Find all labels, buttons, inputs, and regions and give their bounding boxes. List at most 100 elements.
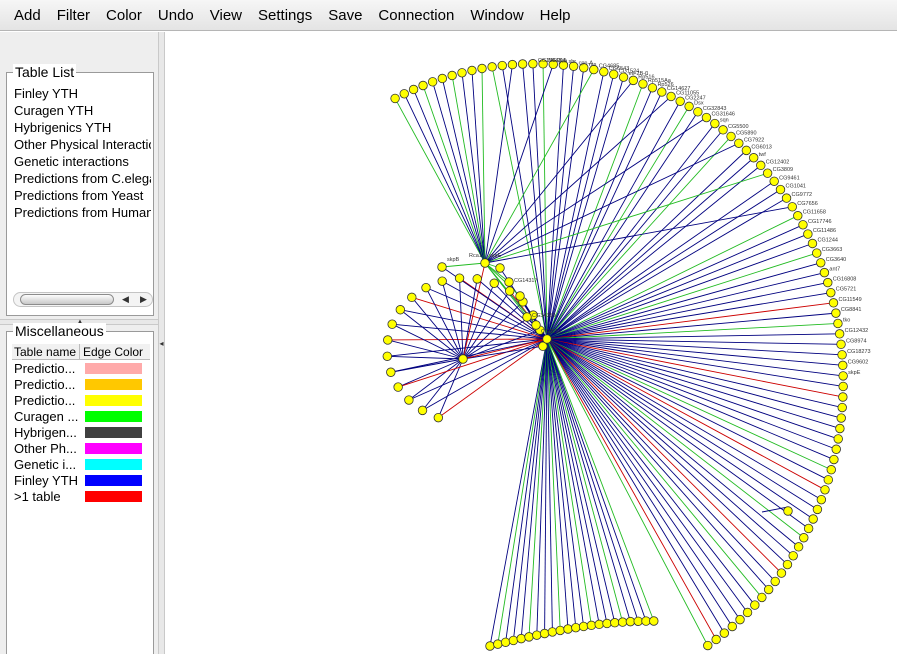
graph-node[interactable] [837,350,847,360]
graph-node[interactable] [493,639,503,649]
graph-node[interactable] [497,60,507,71]
graph-node[interactable] [819,267,830,278]
graph-node[interactable] [836,413,846,423]
graph-node[interactable] [812,248,822,258]
graph-node[interactable] [756,160,766,171]
edge-color-swatch[interactable] [85,410,142,422]
graph-node[interactable] [828,298,839,308]
menu-window[interactable]: Window [462,0,531,31]
graph-node[interactable] [647,83,658,93]
menu-view[interactable]: View [202,0,250,31]
graph-node[interactable] [838,381,848,392]
graph-node[interactable] [495,263,505,273]
graph-node[interactable] [641,616,651,626]
graph-node[interactable] [826,465,836,475]
graph-node[interactable] [458,354,468,364]
graph-node[interactable] [834,329,845,339]
menu-help[interactable]: Help [532,0,579,31]
table-list-item[interactable]: Finley YTH [14,85,151,102]
graph-node[interactable] [505,286,515,296]
graph-node[interactable] [783,506,793,516]
graph-node[interactable] [788,551,798,561]
graph-node[interactable] [602,618,612,629]
graph-node[interactable] [517,59,528,69]
graph-node[interactable] [838,360,848,371]
graph-node[interactable] [837,402,847,413]
graph-node[interactable] [799,533,809,543]
graph-node[interactable] [793,211,803,221]
graph-node[interactable] [781,193,792,203]
graph-node[interactable] [769,176,779,186]
graph-node[interactable] [757,592,767,603]
graph-node[interactable] [666,91,676,102]
edge-color-swatch[interactable] [85,394,142,406]
graph-node[interactable] [750,600,760,610]
graph-node[interactable] [399,89,409,99]
graph-node[interactable] [421,282,431,293]
graph-node[interactable] [418,80,428,91]
graph-node[interactable] [504,277,514,287]
column-header-edge-color[interactable]: Edge Color [80,344,150,359]
table-list-item[interactable]: Predictions from Yeast [14,187,151,204]
edge-color-swatch[interactable] [85,442,142,454]
graph-node[interactable] [711,634,721,645]
graph-node[interactable] [516,633,526,644]
graph-node[interactable] [836,339,846,350]
graph-node[interactable] [404,395,414,405]
graph-node[interactable] [798,220,808,230]
graph-node[interactable] [803,229,813,239]
graph-node[interactable] [807,238,818,249]
menu-connection[interactable]: Connection [370,0,462,31]
graph-node[interactable] [833,434,843,444]
table-row[interactable]: Genetic i... [12,456,150,472]
graph-node[interactable] [710,118,720,129]
edge-color-swatch[interactable] [85,490,142,502]
table-row[interactable]: Predictio... [12,376,150,392]
graph-node[interactable] [433,412,444,423]
graph-node[interactable] [539,628,550,639]
graph-node[interactable] [393,382,403,392]
edge-color-swatch[interactable] [85,362,142,374]
graph-node[interactable] [826,287,836,298]
graph-node[interactable] [617,617,628,627]
graph-node[interactable] [507,59,518,70]
scrollbar-thumb[interactable] [20,294,114,305]
graph-node[interactable] [508,635,519,646]
graph-node[interactable] [838,371,848,381]
graph-node[interactable] [816,258,826,268]
graph-node[interactable] [395,305,406,315]
graph-node[interactable] [427,77,438,87]
graph-node[interactable] [833,318,843,329]
edge-color-swatch[interactable] [85,474,142,486]
graph-node[interactable] [741,145,752,156]
graph-node[interactable] [524,632,534,642]
graph-node[interactable] [831,308,841,318]
graph-node[interactable] [638,79,648,89]
graph-node[interactable] [628,75,639,86]
graph-node[interactable] [835,423,845,434]
graph-node[interactable] [823,277,833,288]
graph-node[interactable] [820,485,830,495]
graph-node[interactable] [831,444,841,454]
scroll-left-arrow-icon[interactable]: ◀ [122,293,129,306]
graph-node[interactable] [693,107,703,117]
graph-node[interactable] [447,70,457,81]
graph-node[interactable] [748,153,759,163]
graph-node[interactable] [390,93,400,104]
graph-node[interactable] [555,625,565,636]
graph-node[interactable] [417,405,428,416]
table-row[interactable]: >1 table [12,488,150,504]
graph-node[interactable] [610,618,620,628]
graph-node[interactable] [727,621,737,632]
graph-node[interactable] [838,392,848,402]
graph-node[interactable] [775,184,786,195]
graph-node[interactable] [803,523,814,534]
graph-node[interactable] [387,319,397,329]
graph-node[interactable] [829,454,839,465]
graph-node[interactable] [437,262,447,272]
graph-node[interactable] [734,138,744,148]
edge-color-swatch[interactable] [85,458,142,470]
graph-node[interactable] [383,335,393,345]
graph-node[interactable] [649,616,659,626]
table-row[interactable]: Other Ph... [12,440,150,456]
